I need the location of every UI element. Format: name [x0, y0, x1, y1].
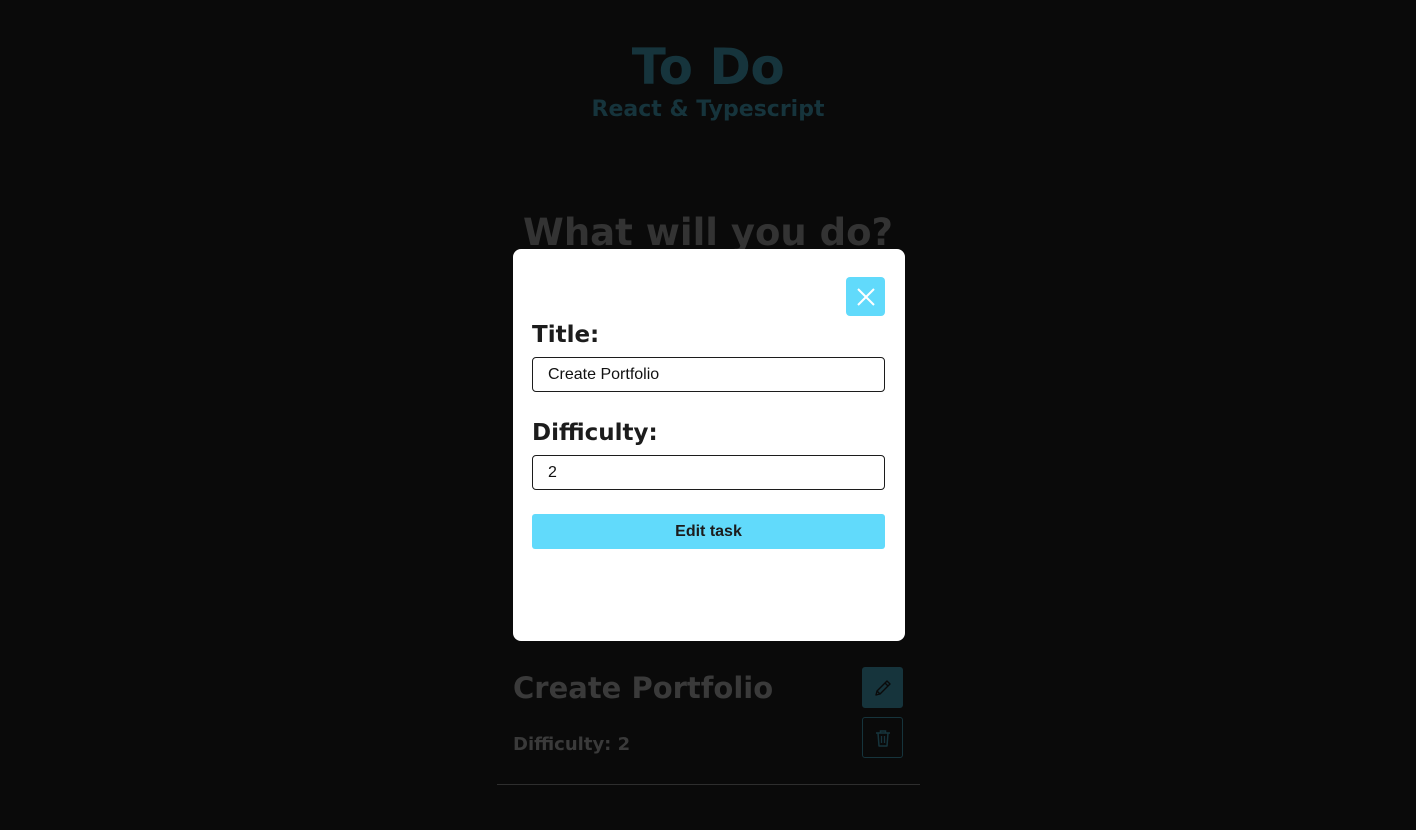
edit-task-modal: Title: Difficulty: Edit task	[513, 249, 905, 641]
title-input[interactable]	[532, 357, 885, 392]
difficulty-input[interactable]	[532, 455, 885, 490]
close-icon	[856, 287, 875, 306]
close-modal-button[interactable]	[846, 277, 885, 316]
title-label: Title:	[532, 322, 600, 348]
difficulty-label: Difficulty:	[532, 420, 658, 446]
edit-task-submit-button[interactable]: Edit task	[532, 514, 885, 549]
page: To Do React & Typescript What will you d…	[0, 0, 1416, 830]
